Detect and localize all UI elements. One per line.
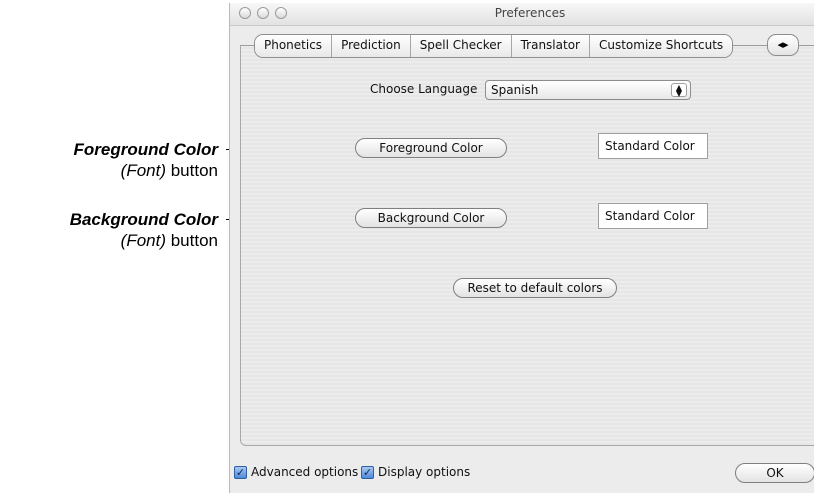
reset-default-colors-button[interactable]: Reset to default colors [453,278,617,298]
choose-language-label: Choose Language [370,82,478,96]
tab-translator[interactable]: Translator [511,35,590,57]
preferences-window: Preferences Choose Language Spanish ▲ ▼ F… [229,3,814,493]
tab-prediction[interactable]: Prediction [332,35,411,57]
select-arrows-icon: ▲ ▼ [671,83,687,98]
foreground-callout: Foreground Color (Font) button [74,139,218,181]
window-title: Preferences [494,6,566,20]
tab-content-panel: Choose Language Spanish ▲ ▼ Foreground Co… [240,45,814,446]
tab-bar: Phonetics Prediction Spell Checker Trans… [254,34,734,58]
title-bar: Preferences [230,3,814,26]
language-select-value: Spanish [491,83,539,97]
display-options-label: Display options [378,465,471,479]
foreground-callout-title: Foreground Color [73,140,218,159]
foreground-color-button[interactable]: Foreground Color [355,138,507,158]
background-callout-title: Background Color [69,210,218,229]
tab-customize-shortcuts[interactable]: Customize Shortcuts [589,35,733,57]
background-color-swatch: Standard Color [598,203,708,229]
tab-scroll-arrows-icon[interactable]: ◂▸ [767,34,799,56]
ok-button[interactable]: OK [735,463,814,483]
advanced-options-checkbox[interactable]: ✓ [234,466,247,479]
background-callout: Background Color (Font) button [70,209,218,251]
display-options-checkbox[interactable]: ✓ [361,466,374,479]
advanced-options-label: Advanced options [251,465,359,479]
background-color-button[interactable]: Background Color [355,208,507,228]
background-callout-subtitle: (Font) button [120,231,218,250]
foreground-color-swatch: Standard Color [598,133,708,159]
tab-spell-checker[interactable]: Spell Checker [410,35,512,57]
tab-phonetics[interactable]: Phonetics [255,35,333,57]
language-select[interactable]: Spanish ▲ ▼ [485,80,691,100]
foreground-callout-subtitle: (Font) button [120,161,218,180]
